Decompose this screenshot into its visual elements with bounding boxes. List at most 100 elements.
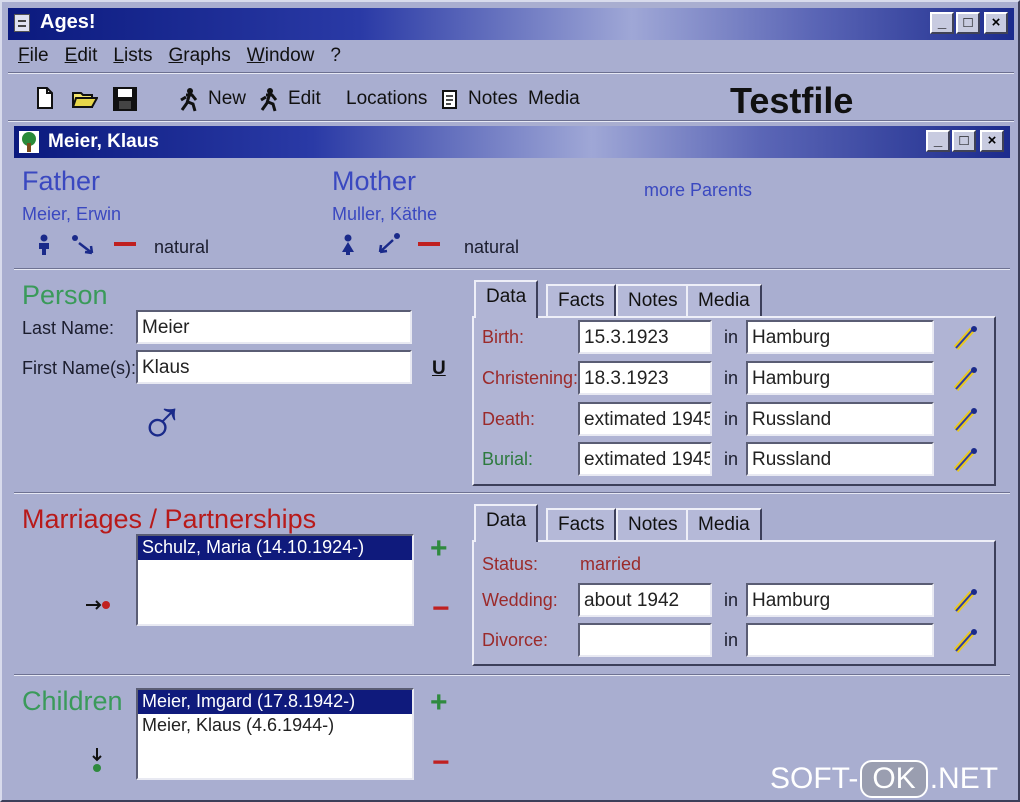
birth-place-field[interactable]: Hamburg	[746, 320, 934, 354]
edit-person-icon[interactable]	[258, 88, 280, 112]
inner-minimize-button[interactable]: _	[926, 130, 950, 152]
inner-maximize-button[interactable]: □	[952, 130, 976, 152]
father-name-link[interactable]: Meier, Erwin	[22, 204, 121, 225]
person-tab-facts[interactable]: Facts	[546, 284, 617, 318]
divorce-location-picker-icon[interactable]	[952, 627, 980, 655]
burial-in-label: in	[724, 449, 739, 469]
more-parents-link[interactable]: more Parents	[644, 180, 752, 201]
file-name-title: Testfile	[730, 80, 854, 121]
father-select-arrow-icon[interactable]	[70, 234, 96, 256]
mother-remove-icon[interactable]	[418, 242, 440, 246]
marriage-tab-media[interactable]: Media	[686, 508, 762, 542]
child-list-item[interactable]: Meier, Klaus (4.6.1944-)	[138, 714, 412, 738]
burial-date-field[interactable]: extimated 1945	[578, 442, 712, 476]
male-gender-icon[interactable]: ♂	[138, 380, 186, 460]
death-date-field[interactable]: extimated 1945	[578, 402, 712, 436]
last-name-field[interactable]: Meier	[136, 310, 412, 344]
last-name-label: Last Name:	[22, 318, 115, 338]
close-button[interactable]: ×	[984, 12, 1008, 34]
new-file-icon[interactable]	[36, 86, 54, 110]
wedding-location-picker-icon[interactable]	[952, 587, 980, 615]
tree-icon	[18, 130, 40, 154]
inner-close-button[interactable]: ×	[980, 130, 1004, 152]
add-marriage-button[interactable]: +	[430, 532, 448, 566]
marriage-tab-notes[interactable]: Notes	[616, 508, 690, 542]
mother-person-icon[interactable]	[340, 234, 356, 256]
open-folder-icon[interactable]	[71, 88, 99, 110]
children-list[interactable]: Meier, Imgard (17.8.1942-) Meier, Klaus …	[136, 688, 414, 780]
christening-place-field[interactable]: Hamburg	[746, 361, 934, 395]
toolbar-edit-button[interactable]: Edit	[288, 82, 321, 116]
divorce-in-label: in	[724, 630, 739, 650]
mother-heading: Mother	[332, 166, 417, 196]
watermark-right-text: .NET	[929, 762, 999, 795]
death-location-picker-icon[interactable]	[952, 406, 980, 434]
save-disk-icon[interactable]	[112, 86, 138, 112]
father-person-icon[interactable]	[36, 234, 52, 256]
wedding-date-field[interactable]: about 1942	[578, 583, 712, 617]
add-child-button[interactable]: +	[430, 686, 448, 720]
marriage-list-item[interactable]: Schulz, Maria (14.10.1924-)	[138, 536, 412, 560]
toolbar-separator	[8, 120, 1014, 122]
app-menu-icon[interactable]	[14, 14, 30, 32]
status-value: married	[580, 554, 642, 574]
menu-help[interactable]: ?	[330, 42, 341, 70]
menu-file[interactable]: File	[18, 42, 49, 70]
app-title: Ages!	[40, 11, 96, 33]
menu-window[interactable]: Window	[247, 42, 315, 70]
marriages-list[interactable]: Schulz, Maria (14.10.1924-)	[136, 534, 414, 626]
notes-icon[interactable]	[442, 90, 458, 110]
wedding-label: Wedding:	[482, 590, 558, 610]
watermark-badge: OK	[860, 760, 928, 798]
mother-select-arrow-icon[interactable]	[376, 232, 402, 256]
toolbar-media-button[interactable]: Media	[528, 82, 580, 116]
death-place-field[interactable]: Russland	[746, 402, 934, 436]
person-heading: Person	[22, 280, 108, 310]
christening-location-picker-icon[interactable]	[952, 365, 980, 393]
death-label: Death:	[482, 409, 536, 429]
parents-separator	[14, 268, 1010, 270]
birth-label: Birth:	[482, 327, 525, 347]
father-heading: Father	[22, 166, 101, 196]
u-button[interactable]: U	[432, 358, 446, 380]
toolbar-locations-button[interactable]: Locations	[346, 82, 427, 116]
remove-marriage-button[interactable]: −	[432, 592, 450, 626]
watermark-left-text: SOFT-	[770, 762, 859, 795]
marriage-link-icon[interactable]	[84, 598, 112, 612]
person-window-title-bar[interactable]	[14, 126, 1010, 158]
birth-location-picker-icon[interactable]	[952, 324, 980, 352]
marriage-tab-facts[interactable]: Facts	[546, 508, 617, 542]
toolbar-notes-button[interactable]: Notes	[468, 82, 518, 116]
wedding-place-field[interactable]: Hamburg	[746, 583, 934, 617]
title-bar[interactable]	[8, 8, 1014, 40]
toolbar-new-button[interactable]: New	[208, 82, 246, 116]
birth-date-field[interactable]: 15.3.1923	[578, 320, 712, 354]
person-tab-media[interactable]: Media	[686, 284, 762, 318]
marriages-separator	[14, 674, 1010, 676]
father-remove-icon[interactable]	[114, 242, 136, 246]
new-person-icon[interactable]	[178, 88, 200, 112]
child-link-icon[interactable]	[90, 746, 104, 774]
birth-in-label: in	[724, 327, 739, 347]
christening-label: Christening:	[482, 368, 579, 388]
app-window: Ages! _ □ × File Edit Lists Graphs Windo…	[0, 0, 1020, 802]
marriage-tab-data[interactable]: Data	[474, 504, 539, 542]
divorce-place-field[interactable]	[746, 623, 934, 657]
person-tab-notes[interactable]: Notes	[616, 284, 690, 318]
menu-edit[interactable]: Edit	[65, 42, 98, 70]
mother-name-link[interactable]: Muller, Käthe	[332, 204, 437, 225]
menu-graphs[interactable]: Graphs	[168, 42, 230, 70]
burial-location-picker-icon[interactable]	[952, 446, 980, 474]
burial-place-field[interactable]: Russland	[746, 442, 934, 476]
first-names-field[interactable]: Klaus	[136, 350, 412, 384]
maximize-button[interactable]: □	[956, 12, 980, 34]
first-names-label: First Name(s):	[22, 358, 136, 378]
child-list-item[interactable]: Meier, Imgard (17.8.1942-)	[138, 690, 412, 714]
person-window-title: Meier, Klaus	[48, 131, 159, 152]
remove-child-button[interactable]: −	[432, 746, 450, 780]
person-tab-data[interactable]: Data	[474, 280, 539, 318]
menu-lists[interactable]: Lists	[113, 42, 152, 70]
christening-date-field[interactable]: 18.3.1923	[578, 361, 712, 395]
divorce-date-field[interactable]	[578, 623, 712, 657]
minimize-button[interactable]: _	[930, 12, 954, 34]
